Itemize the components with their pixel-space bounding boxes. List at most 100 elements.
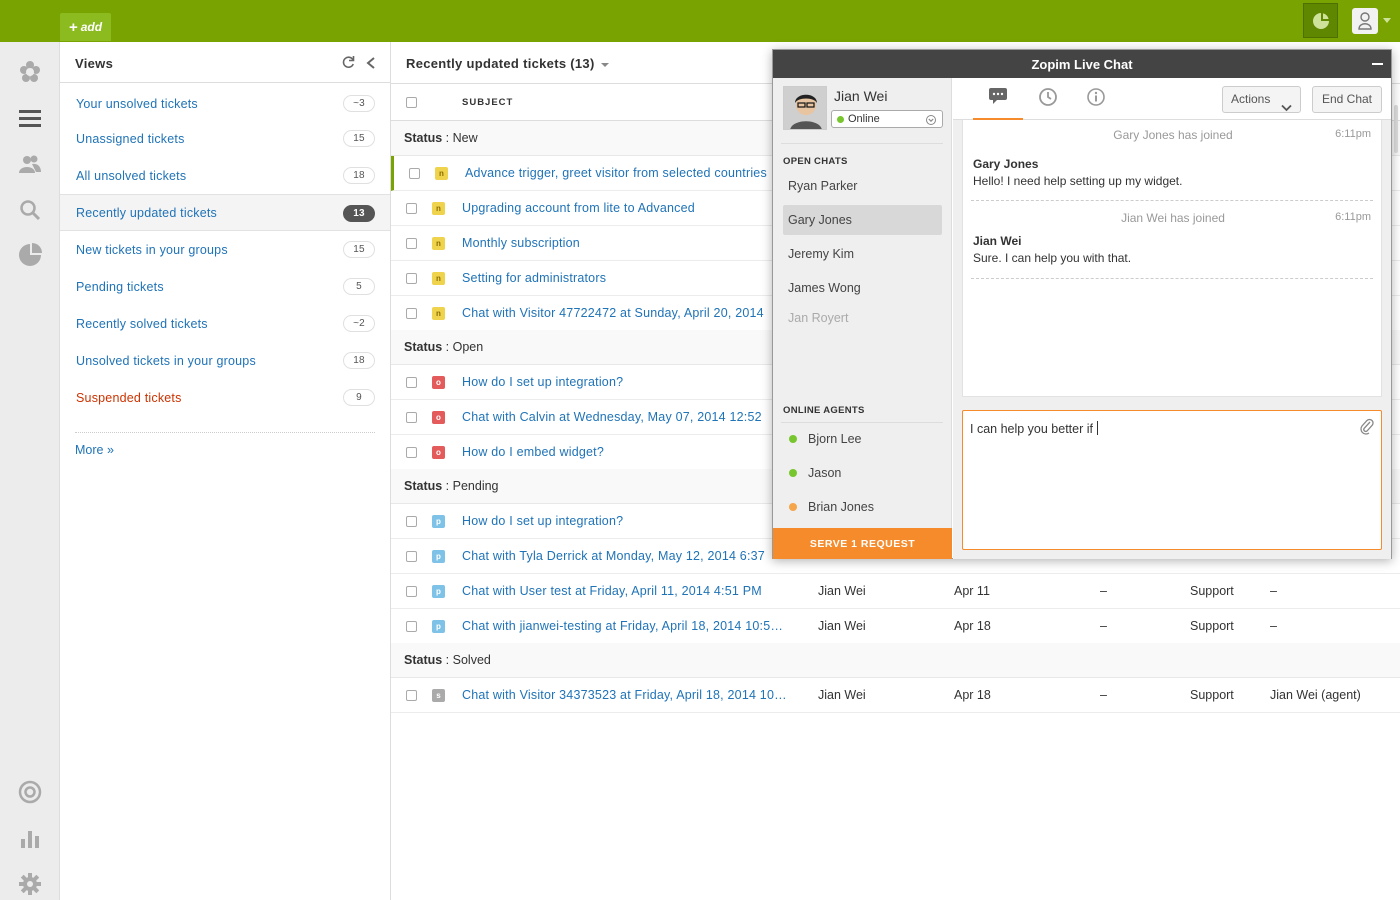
actions-label: Actions [1231,92,1271,106]
online-agents-heading: ONLINE AGENTS [783,405,865,416]
collapse-chevron-icon[interactable] [366,56,376,74]
online-agent-item[interactable]: Brian Jones [783,497,874,517]
status-label: Status [404,653,443,667]
views-icon[interactable] [17,105,43,131]
row-checkbox[interactable] [406,586,417,597]
table-row[interactable]: p Chat with jianwei-testing at Friday, Ap… [391,609,1400,644]
view-label: All unsolved tickets [76,168,187,183]
row-checkbox[interactable] [406,308,417,319]
ticket-subject-link[interactable]: Monthly subscription [462,236,802,250]
help-icon[interactable] [17,779,43,805]
user-avatar-icon[interactable] [1352,8,1378,34]
stats-icon[interactable] [17,825,43,851]
select-all-checkbox[interactable] [406,97,417,108]
minimize-icon[interactable] [1372,63,1383,65]
open-chat-item[interactable]: James Wong [783,273,942,303]
chat-message-input[interactable]: I can help you better if [962,410,1382,550]
row-checkbox[interactable] [406,273,417,284]
open-chat-item[interactable]: Gary Jones [783,205,942,235]
row-checkbox[interactable] [406,377,417,388]
online-agent-item[interactable]: Bjorn Lee [783,429,862,449]
view-new-in-groups[interactable]: New tickets in your groups 15 [60,231,390,268]
tab-chat[interactable] [973,78,1023,120]
tab-history[interactable] [1023,78,1073,120]
ticket-subject-link[interactable]: Chat with User test at Friday, April 11,… [462,584,802,598]
empty-cell: – [1100,688,1107,702]
ticket-subject-link[interactable]: Chat with jianwei-testing at Friday, Apr… [462,619,802,633]
open-chat-item[interactable]: Jan Royert [783,303,942,333]
zendesk-logo-icon[interactable] [17,59,43,85]
online-agent-item[interactable]: Jason [783,463,841,483]
message-text: Hello! I need help setting up my widget. [973,174,1183,188]
agent-name: Jian Wei [834,88,888,104]
empty-cell: – [1100,619,1107,633]
scrollbar[interactable] [1394,105,1398,153]
message-author: Jian Wei [973,234,1022,248]
ticket-subject-link[interactable]: Chat with Tyla Derrick at Monday, May 12… [462,549,802,563]
ticket-subject-link[interactable]: How do I set up integration? [462,514,802,528]
serve-request-button[interactable]: SERVE 1 REQUEST [773,528,952,559]
status-badge: p [432,585,445,598]
column-header-subject[interactable]: SUBJECT [462,97,513,108]
message-time: 6:11pm [1335,128,1371,140]
empty-cell: – [1100,584,1107,598]
row-checkbox[interactable] [406,238,417,249]
chat-bubble-icon [988,87,1008,110]
view-unassigned[interactable]: Unassigned tickets 15 [60,120,390,157]
row-checkbox[interactable] [406,412,417,423]
settings-gear-icon[interactable] [17,871,43,897]
open-chats-heading: OPEN CHATS [783,156,848,167]
attachment-clip-icon[interactable] [1360,418,1374,440]
ticket-subject-link[interactable]: How do I set up integration? [462,375,802,389]
chevron-down-icon [926,114,936,130]
tab-info[interactable] [1071,78,1121,120]
actions-dropdown[interactable]: Actions [1222,86,1301,113]
row-checkbox[interactable] [406,690,417,701]
zopim-chat-icon[interactable] [1303,3,1338,38]
end-chat-button[interactable]: End Chat [1312,86,1382,113]
view-pending[interactable]: Pending tickets 5 [60,268,390,305]
row-checkbox[interactable] [409,168,420,179]
refresh-icon[interactable] [341,55,355,74]
ticket-subject-link[interactable]: How do I embed widget? [462,445,802,459]
date-cell: Apr 11 [954,584,990,598]
page-title[interactable]: Recently updated tickets (13) [406,56,609,71]
status-badge: n [432,272,445,285]
row-checkbox[interactable] [406,621,417,632]
status-value: Pending [452,479,499,493]
row-checkbox[interactable] [406,447,417,458]
row-checkbox[interactable] [406,551,417,562]
group-cell: Support [1190,584,1234,598]
view-all-unsolved[interactable]: All unsolved tickets 18 [60,157,390,194]
ticket-subject-link[interactable]: Advance trigger, greet visitor from sele… [465,166,805,180]
divider [971,278,1373,279]
add-button[interactable]: + add [60,13,111,41]
online-dot-icon [789,469,797,477]
agent-status-select[interactable]: Online [831,110,943,128]
ticket-subject-link[interactable]: Chat with Visitor 47722472 at Sunday, Ap… [462,306,802,320]
view-recently-solved[interactable]: Recently solved tickets ~2 [60,305,390,342]
ticket-subject-link[interactable]: Upgrading account from lite to Advanced [462,201,802,215]
status-badge: o [432,411,445,424]
row-checkbox[interactable] [406,203,417,214]
search-icon[interactable] [17,197,43,223]
table-row[interactable]: p Chat with User test at Friday, April 11… [391,574,1400,609]
view-unsolved-in-groups[interactable]: Unsolved tickets in your groups 18 [60,342,390,379]
customers-icon[interactable] [17,151,43,177]
ticket-subject-link[interactable]: Chat with Visitor 34373523 at Friday, Ap… [462,688,802,702]
row-checkbox[interactable] [406,516,417,527]
reporting-pie-icon[interactable] [17,242,43,268]
status-label: Status [404,131,443,145]
table-row[interactable]: s Chat with Visitor 34373523 at Friday, A… [391,678,1400,713]
more-views-link[interactable]: More » [75,443,114,457]
open-chat-item[interactable]: Jeremy Kim [783,239,942,269]
open-chat-item[interactable]: Ryan Parker [783,171,942,201]
ticket-subject-link[interactable]: Chat with Calvin at Wednesday, May 07, 2… [462,410,802,424]
view-count: ~2 [343,315,375,332]
ticket-subject-link[interactable]: Setting for administrators [462,271,802,285]
view-suspended[interactable]: Suspended tickets 9 [60,379,390,416]
chevron-down-icon[interactable] [1383,18,1391,23]
view-recently-updated[interactable]: Recently updated tickets 13 [60,194,390,231]
status-badge: o [432,376,445,389]
view-your-unsolved[interactable]: Your unsolved tickets ~3 [60,85,390,122]
